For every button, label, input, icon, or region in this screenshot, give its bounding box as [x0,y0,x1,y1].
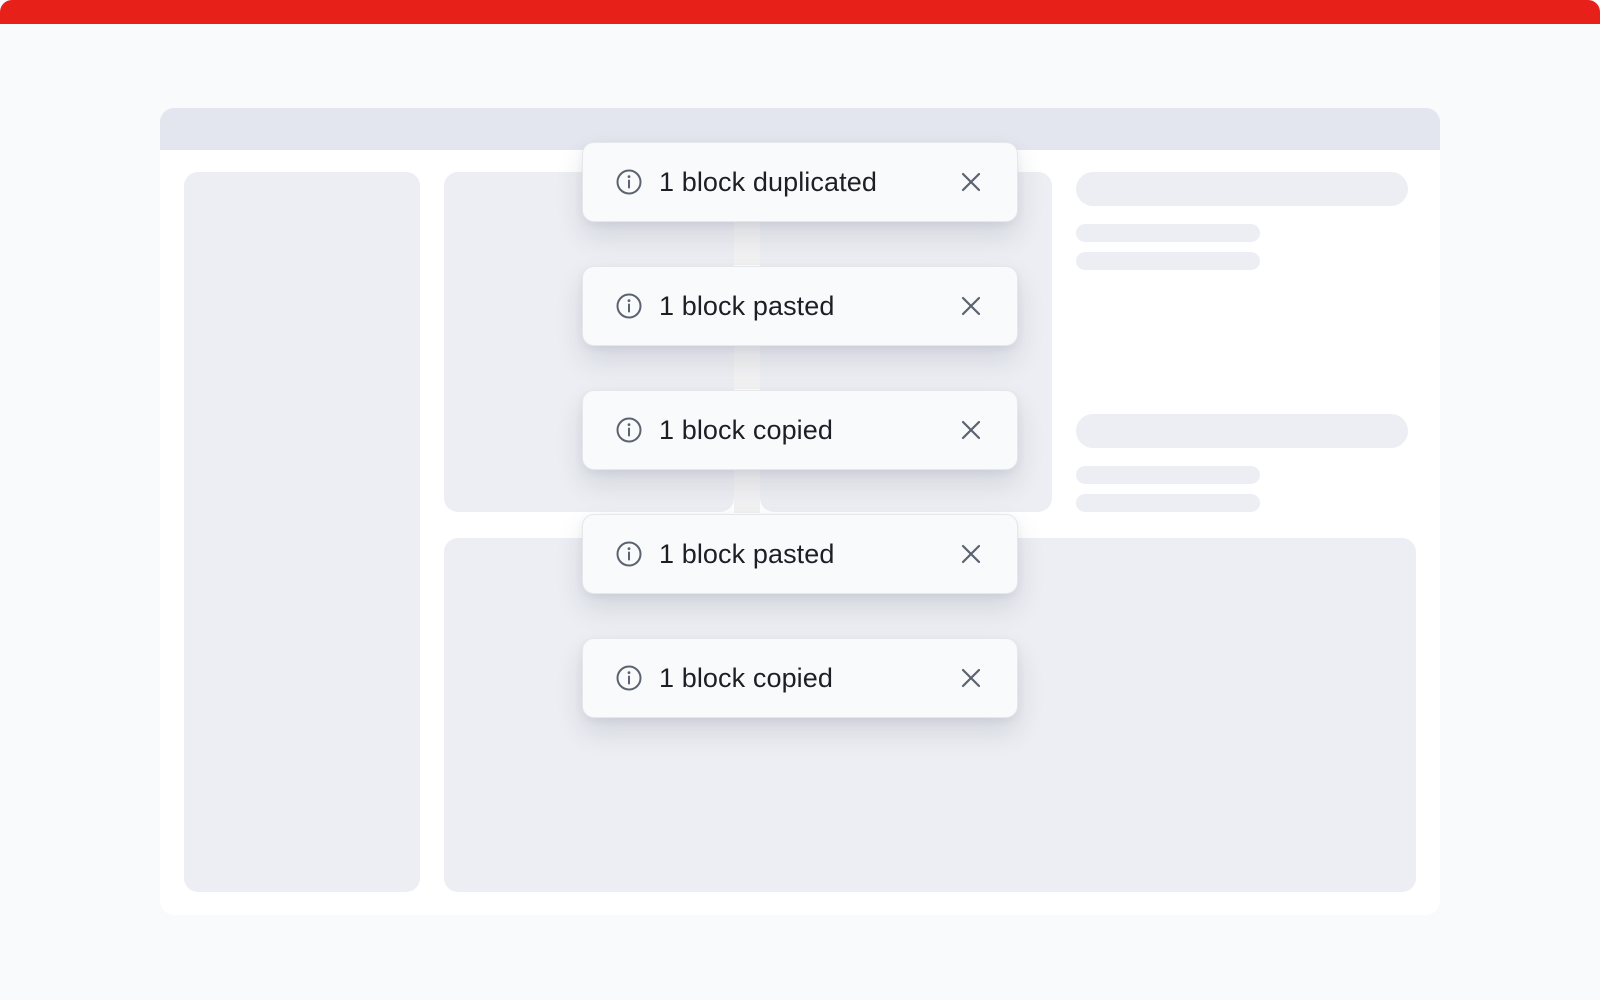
text-line-placeholder [1076,252,1260,270]
text-line-placeholder [1076,224,1260,242]
close-icon[interactable] [955,166,987,198]
toast-message: 1 block pasted [659,290,835,321]
app-window-skeleton [160,108,1440,915]
info-icon [615,292,643,320]
toast-notification: 1 block copied [582,390,1018,470]
info-icon [615,540,643,568]
close-icon[interactable] [955,414,987,446]
close-icon[interactable] [955,538,987,570]
toast-message: 1 block copied [659,414,834,445]
toast-notification: 1 block pasted [582,514,1018,594]
toast-message: 1 block pasted [659,538,835,569]
heading-placeholder [1076,414,1408,448]
toast-notification: 1 block copied [582,638,1018,718]
close-icon[interactable] [955,662,987,694]
close-icon[interactable] [955,290,987,322]
info-icon [615,664,643,692]
info-icon [615,168,643,196]
toast-notification: 1 block duplicated [582,142,1018,222]
toast-message: 1 block copied [659,662,834,693]
toast-stack-connector [734,346,760,389]
text-line-placeholder [1076,494,1260,512]
top-accent-bar [0,0,1600,24]
toast-stack-connector [734,222,760,265]
toast-notification: 1 block pasted [582,266,1018,346]
sidebar-placeholder [184,172,420,892]
toast-stack-connector [734,470,760,513]
heading-placeholder [1076,172,1408,206]
text-line-placeholder [1076,466,1260,484]
info-icon [615,416,643,444]
toast-message: 1 block duplicated [659,166,877,197]
